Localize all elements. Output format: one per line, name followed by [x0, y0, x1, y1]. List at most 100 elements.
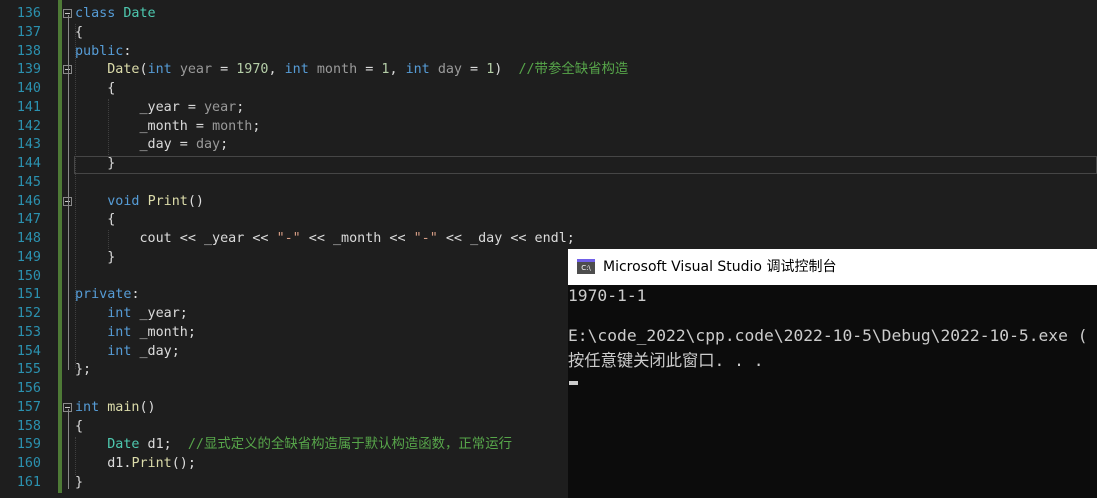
fold-region-line: [68, 409, 69, 489]
code-token: Print: [147, 193, 188, 209]
code-token: int: [147, 62, 172, 78]
code-token: int: [284, 62, 309, 78]
code-text: Date d1; //显式定义的全缺省构造属于默认构造函数，正常运行: [75, 436, 512, 455]
code-text: };: [75, 361, 91, 380]
code-token: Print: [131, 456, 172, 471]
line-number: 146: [16, 193, 41, 209]
console-app-icon: C:\: [577, 259, 595, 274]
line-number: 152: [16, 306, 41, 321]
code-token: public: [75, 43, 124, 59]
code-token: <<: [437, 231, 471, 246]
console-output-line: 1970-1-1: [568, 286, 647, 305]
code-token: }: [75, 474, 84, 490]
line-number: 160: [16, 456, 41, 471]
code-token: ): [494, 62, 519, 78]
code-token: Date: [107, 437, 140, 453]
code-token: =: [462, 62, 487, 78]
code-token: _month: [333, 231, 382, 246]
code-line[interactable]: 140 {: [0, 80, 1097, 99]
code-text: Date(int year = 1970, int month = 1, int…: [75, 61, 628, 80]
code-token: (: [139, 62, 148, 78]
code-token: main: [107, 399, 140, 415]
code-token: //显式定义的全缺省构造属于默认构造函数，正常运行: [187, 437, 512, 453]
code-token: Date: [107, 62, 140, 78]
code-line[interactable]: 138 public:: [0, 43, 1097, 62]
code-token: =: [171, 137, 196, 153]
line-number: 148: [16, 231, 41, 246]
code-text: int _month;: [75, 324, 196, 343]
code-token: month: [316, 62, 358, 78]
code-token: //带参全缺省构造: [518, 62, 629, 78]
console-cursor: [569, 381, 578, 385]
code-token: private: [75, 287, 132, 303]
line-number: 140: [16, 81, 41, 96]
code-text: }: [75, 155, 115, 174]
code-token: };: [75, 362, 92, 378]
indent-guide: [75, 437, 76, 475]
code-text: {: [75, 418, 83, 437]
code-line[interactable]: 136 class Date: [0, 5, 1097, 24]
code-text: {: [75, 80, 115, 99]
code-line[interactable]: 144 }: [0, 155, 1097, 174]
code-line[interactable]: 143 _day = day;: [0, 136, 1097, 155]
console-title-bar[interactable]: C:\ Microsoft Visual Studio 调试控制台: [568, 249, 1097, 285]
console-press-key-line: 按任意键关闭此窗口. . .: [568, 351, 764, 370]
code-token: {: [75, 418, 84, 434]
code-token: int: [75, 399, 100, 415]
code-text: _day = day;: [75, 136, 229, 155]
code-text: _month = month;: [75, 118, 261, 137]
code-token: day: [437, 62, 462, 78]
code-token: _month: [139, 118, 188, 134]
code-line[interactable]: 139 Date(int year = 1970, int month = 1,…: [0, 61, 1097, 80]
code-token: d1.: [75, 456, 132, 471]
code-line[interactable]: 145: [0, 174, 1097, 193]
code-line[interactable]: 146 void Print(): [0, 193, 1097, 212]
code-text: void Print(): [75, 193, 204, 212]
line-number: 142: [16, 118, 41, 134]
code-token: (): [139, 399, 156, 415]
code-token: }: [75, 156, 116, 171]
line-number: 149: [16, 249, 41, 265]
line-number: 145: [16, 174, 41, 190]
code-text: {: [75, 24, 83, 43]
code-text: {: [75, 211, 115, 230]
code-token: {: [75, 212, 116, 228]
code-line[interactable]: 137 {: [0, 24, 1097, 43]
code-token: Date: [123, 6, 156, 21]
indent-guide: [108, 230, 109, 249]
code-token: _month;: [131, 324, 196, 340]
code-line[interactable]: 147 {: [0, 211, 1097, 230]
code-token: =: [212, 62, 237, 78]
line-number: 154: [16, 343, 41, 359]
line-number: 156: [16, 381, 41, 396]
code-text: d1.Print();: [75, 455, 196, 474]
code-text: int _year;: [75, 305, 188, 324]
code-token: <<: [244, 231, 277, 246]
line-number: 147: [16, 212, 41, 228]
code-token: int: [107, 324, 132, 340]
line-number: 144: [16, 156, 41, 171]
code-token: "-": [276, 231, 301, 246]
code-token: _year: [204, 231, 245, 246]
line-number: 151: [16, 287, 41, 303]
code-line[interactable]: 141 _year = year;: [0, 99, 1097, 118]
debug-console-window[interactable]: C:\ Microsoft Visual Studio 调试控制台 1970-1…: [568, 249, 1097, 498]
code-text: private:: [75, 286, 140, 305]
code-token: cout <<: [75, 231, 204, 246]
line-number: 161: [16, 474, 41, 490]
code-token: << endl;: [502, 231, 575, 246]
code-line[interactable]: 142 _month = month;: [0, 118, 1097, 137]
code-text: int main(): [75, 399, 156, 418]
fold-region-line: [68, 72, 69, 164]
code-token: <<: [381, 231, 414, 246]
code-token: ;: [252, 118, 261, 134]
code-token: int: [107, 306, 132, 321]
code-token: d1;: [139, 437, 188, 453]
code-line[interactable]: 148 cout << _year << "-" << _month << "-…: [0, 230, 1097, 249]
